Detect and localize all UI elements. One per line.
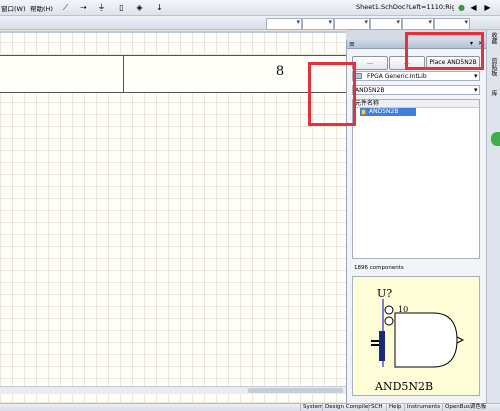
status-tab-instruments[interactable]: Instruments [404,404,442,411]
toolbar-combo-3[interactable] [334,18,370,30]
component-icon [361,109,366,115]
nav-green-icon[interactable]: ● [456,2,467,13]
toolbar-combo-5[interactable] [402,18,434,30]
filter-dropdown-icon[interactable]: ▾ [474,86,478,94]
and-gate-symbol: U? 10 AND5N2B [371,287,465,393]
toolbar-combo-4[interactable] [370,18,402,30]
library-dropdown-icon[interactable]: ▾ [474,72,478,80]
status-tab-help[interactable]: Help [386,404,404,411]
component-count: 1896 components [354,265,404,271]
side-tab-bar [486,30,500,403]
menu-help[interactable]: 帮助(H) [30,3,53,13]
zone-divider [123,55,124,93]
component-tool-icon[interactable]: ▯ [116,2,127,13]
side-tab-clipboard[interactable]: 剪贴板 [488,58,498,76]
list-item-selected[interactable]: AND5N2B [360,108,416,116]
nav-back-icon[interactable]: ◀ [468,2,479,13]
power-port-icon[interactable]: ⏚ [96,2,107,13]
sheet-symbol-icon[interactable]: ◈ [134,2,145,13]
library-select[interactable]: FPGA Generic.IntLib [352,71,480,81]
side-tab-favorites[interactable]: 收藏 [488,32,498,44]
libraries-button[interactable]: … [352,56,388,70]
column-header[interactable]: 元件名称 [353,100,479,108]
sheet-zone-border [0,55,346,93]
preview-designator: U? [377,287,392,300]
scrollbar-thumb[interactable] [248,388,343,393]
symbol-preview: U? 10 AND5N2B [352,276,480,396]
component-list[interactable] [352,99,480,259]
highlight-box-library [308,62,356,126]
menu-window[interactable]: 窗口(W) [1,3,26,13]
toolbar-combo-2[interactable] [302,18,334,30]
document-path[interactable]: Sheet1.SchDoc?Left=1110;Right [356,2,454,13]
floating-status-button[interactable] [491,132,500,146]
arrow-icon[interactable]: ↓ [154,2,165,13]
status-tab-openbus[interactable]: OpenBus调色板 [442,404,488,411]
filter-field[interactable]: AND5N2B [352,85,480,95]
wire-tool-icon[interactable]: ⟋ [60,2,71,13]
status-tab-sch[interactable]: SCH [368,404,384,411]
status-tab-design-compiler[interactable]: Design Compiler [322,404,373,411]
zone-number: 8 [275,64,285,79]
sheet-border [0,31,346,33]
side-tab-libraries[interactable]: 库 [488,90,498,96]
nav-forward-icon[interactable]: ▶ [482,2,493,13]
highlight-box-place-button [405,32,484,70]
preview-name: AND5N2B [374,380,433,393]
toolbar-combo-6[interactable] [434,18,470,30]
bus-tool-icon[interactable]: ⇢ [78,2,89,13]
toolbar-combo-1[interactable] [266,18,302,30]
panel-menu-icon[interactable]: ≡ [349,40,355,48]
